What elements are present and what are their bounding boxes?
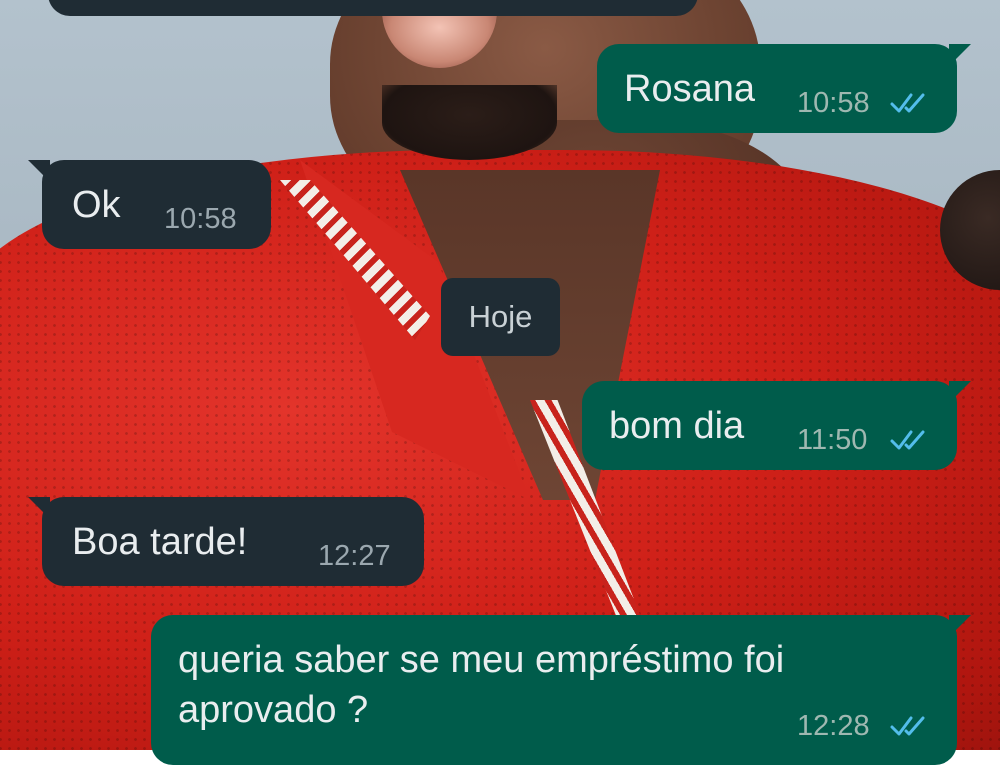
message-text-line-2: aprovado ? bbox=[178, 689, 369, 731]
message-bubble-incoming[interactable]: Boa tarde! 12:27 bbox=[28, 497, 424, 586]
message-bubble-incoming-partial[interactable] bbox=[48, 0, 698, 16]
message-text: Ok bbox=[72, 184, 121, 226]
message-bubble-outgoing[interactable]: bom dia 11:50 bbox=[582, 381, 971, 470]
message-time: 10:58 bbox=[797, 87, 870, 119]
wallpaper-beard bbox=[382, 85, 557, 160]
message-time: 12:27 bbox=[318, 540, 391, 572]
message-text: Rosana bbox=[624, 68, 755, 110]
message-time: 10:58 bbox=[164, 203, 237, 235]
date-separator-chip: Hoje bbox=[441, 278, 560, 356]
message-text: bom dia bbox=[609, 405, 745, 447]
double-check-icon bbox=[890, 430, 925, 450]
message-time: 11:50 bbox=[797, 424, 868, 456]
message-bubble-incoming[interactable]: Ok 10:58 bbox=[28, 160, 271, 249]
double-check-icon bbox=[890, 716, 925, 736]
double-check-icon bbox=[890, 93, 925, 113]
message-bubble-outgoing[interactable]: queria saber se meu empréstimo foi aprov… bbox=[151, 615, 971, 765]
message-text: Boa tarde! bbox=[72, 521, 248, 563]
message-time: 12:28 bbox=[797, 710, 870, 742]
message-text-line-1: queria saber se meu empréstimo foi bbox=[178, 639, 785, 681]
message-bubble-outgoing[interactable]: Rosana 10:58 bbox=[597, 44, 971, 133]
